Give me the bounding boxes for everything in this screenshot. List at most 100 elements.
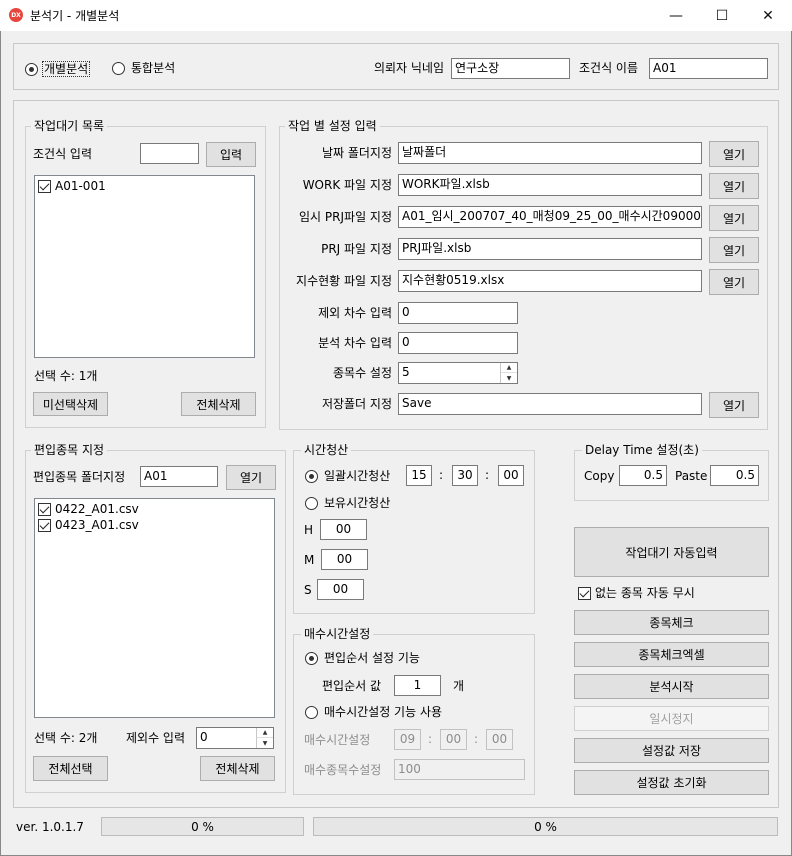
select-all-button[interactable]: 전체선택 [33,756,108,781]
prj-file-open-button[interactable]: 열기 [709,237,759,263]
maximize-button[interactable]: ☐ [699,0,745,31]
index-status-file-open-button[interactable]: 열기 [709,269,759,295]
buy-second-input[interactable]: 00 [486,729,513,750]
stepper-up-icon[interactable]: ▲ [257,728,273,738]
buy-time-use-label: 매수시간설정 기능 사용 [324,705,443,719]
condition-input-button[interactable]: 입력 [206,142,256,167]
copy-delay-input[interactable]: 0.5 [619,465,667,486]
stepper-down-icon[interactable]: ▼ [501,373,517,383]
batch-minute-input[interactable]: 30 [452,465,478,486]
save-settings-button[interactable]: 설정값 저장 [574,738,769,763]
save-folder-label: 저장폴더 지정 [321,397,392,411]
client-nickname-input[interactable]: 연구소장 [451,58,570,79]
save-folder-open-button[interactable]: 열기 [709,392,759,418]
incorporated-folder-label: 편입종목 폴더지정 [33,470,126,484]
index-status-file-input[interactable]: 지수현황0519.xlsx [398,270,702,292]
stepper-up-icon[interactable]: ▲ [501,363,517,373]
stock-check-excel-button[interactable]: 종목체크엑셀 [574,642,769,667]
maximize-icon: ☐ [715,7,729,24]
buy-count-input[interactable]: 100 [394,759,525,780]
order-value-label: 편입순서 값 [322,679,382,693]
checkbox-icon [578,586,591,600]
radio-icon [305,705,318,719]
exclude-count-value: 0 [200,730,208,744]
buy-time-legend: 매수시간설정 [301,627,374,641]
hold-settle-label: 보유시간청산 [324,496,391,510]
date-folder-input[interactable]: 날짜폴더 [398,142,702,164]
mode-integrated-radio[interactable]: 통합분석 [112,61,175,75]
work-file-open-button[interactable]: 열기 [709,173,759,199]
buy-minute-input[interactable]: 00 [440,729,467,750]
checkbox-icon[interactable] [38,502,51,516]
list-item[interactable]: 0422_A01.csv [38,501,139,517]
mode-integrated-label: 통합분석 [131,61,176,75]
paste-delay-input[interactable]: 0.5 [710,465,759,486]
hold-hour-input[interactable]: 00 [320,519,367,540]
version-label: ver. 1.0.1.7 [16,820,84,834]
buy-time-use-radio[interactable]: 매수시간설정 기능 사용 [305,705,442,719]
stock-count-stepper[interactable]: 5 ▲ ▼ [398,362,518,384]
pause-button[interactable]: 일시정지 [574,706,769,731]
radio-icon [112,61,125,75]
stepper-down-icon[interactable]: ▼ [257,738,273,748]
exclude-count-stepper[interactable]: 0 ▲ ▼ [196,727,274,749]
batch-settle-label: 일괄시간청산 [324,469,391,483]
auto-input-button[interactable]: 작업대기 자동입력 [574,527,769,577]
exclude-round-input[interactable]: 0 [398,302,518,324]
hold-second-label: S [304,583,312,597]
incorporated-folder-open-button[interactable]: 열기 [226,465,276,490]
order-setting-radio[interactable]: 편입순서 설정 기능 [305,651,420,665]
copy-delay-label: Copy [584,469,615,483]
hold-minute-label: M [304,553,315,567]
time-settle-legend: 시간청산 [301,443,352,457]
queue-list[interactable]: A01-001 [34,175,255,358]
checkbox-icon[interactable] [38,179,51,193]
exclude-count-label: 제외수 입력 [126,731,186,745]
minimize-button[interactable]: — [653,0,699,31]
order-setting-label: 편입순서 설정 기능 [324,651,420,665]
ignore-missing-label: 없는 종목 자동 무시 [595,586,695,600]
batch-second-input[interactable]: 00 [498,465,524,486]
hold-settle-radio[interactable]: 보유시간청산 [305,496,390,510]
reset-settings-button[interactable]: 설정값 초기화 [574,770,769,795]
batch-settle-radio[interactable]: 일괄시간청산 [305,469,390,483]
stock-check-button[interactable]: 종목체크 [574,610,769,635]
condition-input-field[interactable] [140,143,199,164]
ignore-missing-checkbox[interactable]: 없는 종목 자동 무시 [578,586,695,600]
temp-prj-file-input[interactable]: A01_임시_200707_40_매청09_25_00_매수시간090000.x… [398,206,702,228]
incorporated-folder-input[interactable]: A01 [140,466,218,487]
delay-legend: Delay Time 설정(초) [582,443,702,457]
start-analysis-button[interactable]: 분석시작 [574,674,769,699]
batch-hour-input[interactable]: 15 [406,465,432,486]
analysis-round-input[interactable]: 0 [398,332,518,354]
incorporated-delete-all-button[interactable]: 전체삭제 [200,756,275,781]
list-item[interactable]: A01-001 [38,178,106,194]
progress-1-text: 0 % [191,819,214,834]
checkbox-icon[interactable] [38,518,51,532]
mode-individual-radio[interactable]: 개별분석 [25,61,91,77]
condition-input-label: 조건식 입력 [33,147,93,161]
work-file-input[interactable]: WORK파일.xlsb [398,174,702,196]
order-value-input[interactable]: 1 [394,675,441,696]
order-unit-label: 개 [453,679,465,693]
hold-second-input[interactable]: 00 [317,579,364,600]
date-folder-label: 날짜 폴더지정 [321,146,392,160]
delete-unselected-button[interactable]: 미선택삭제 [33,392,108,416]
queue-delete-all-button[interactable]: 전체삭제 [181,392,256,416]
job-settings-legend: 작업 별 설정 입력 [285,119,380,133]
temp-prj-file-open-button[interactable]: 열기 [709,205,759,231]
window-title: 분석기 - 개별분석 [30,9,120,23]
list-item-label: 0422_A01.csv [55,502,139,516]
close-button[interactable]: ✕ [745,0,791,31]
condition-name-input[interactable]: A01 [649,58,768,79]
buy-hour-input[interactable]: 09 [394,729,421,750]
hold-hour-label: H [304,523,314,537]
list-item[interactable]: 0423_A01.csv [38,517,139,533]
save-folder-input[interactable]: Save [398,393,702,415]
app-icon: DX [9,8,23,22]
date-folder-open-button[interactable]: 열기 [709,141,759,167]
incorporated-file-list[interactable]: 0422_A01.csv 0423_A01.csv [34,498,275,718]
stock-count-value: 5 [402,365,410,379]
prj-file-input[interactable]: PRJ파일.xlsb [398,238,702,260]
hold-minute-input[interactable]: 00 [321,549,368,570]
